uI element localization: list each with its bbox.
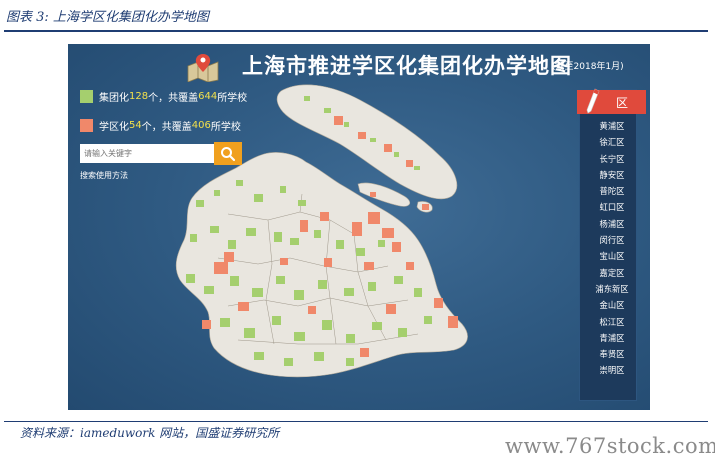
district-item[interactable]: 松江区 bbox=[579, 314, 645, 330]
district-item[interactable]: 长宁区 bbox=[579, 151, 645, 167]
legend-group: 集团化 128 个，共覆盖 644 所学校 bbox=[80, 89, 247, 104]
legend-district-label: 学区化 bbox=[99, 122, 129, 133]
district-item[interactable]: 普陀区 bbox=[579, 183, 645, 199]
map-date-note: (截至2018年1月) bbox=[552, 62, 624, 72]
district-item[interactable]: 闵行区 bbox=[579, 232, 645, 248]
district-item[interactable]: 静安区 bbox=[579, 167, 645, 183]
district-item[interactable]: 徐汇区 bbox=[579, 134, 645, 150]
legend-group-swatch bbox=[80, 90, 93, 103]
district-item[interactable]: 崇明区 bbox=[579, 362, 645, 378]
map-title: 上海市推进学区化集团化办学地图 bbox=[242, 54, 572, 78]
bottom-rule bbox=[4, 421, 708, 422]
source-note: 资料来源：iameduwork 网站，国盛证券研究所 bbox=[20, 426, 280, 440]
district-item[interactable]: 浦东新区 bbox=[579, 281, 645, 297]
legend-district: 学区化 54 个，共覆盖 406 所学校 bbox=[80, 118, 241, 133]
search-input[interactable] bbox=[80, 144, 214, 163]
legend-district-schools: 406 bbox=[191, 120, 211, 131]
district-item[interactable]: 奉贤区 bbox=[579, 346, 645, 362]
figure-caption: 图表 3: 上海学区化集团化办学地图 bbox=[6, 10, 209, 25]
district-item[interactable]: 宝山区 bbox=[579, 248, 645, 264]
district-item[interactable]: 嘉定区 bbox=[579, 265, 645, 281]
search-help-link[interactable]: 搜索使用方法 bbox=[80, 170, 128, 181]
legend-group-schools: 644 bbox=[198, 91, 218, 102]
legend-district-mid: 个，共覆盖 bbox=[141, 122, 192, 133]
map-panel[interactable]: 上海市推进学区化集团化办学地图 (截至2018年1月) 集团化 128 个，共覆… bbox=[68, 44, 650, 410]
district-item[interactable]: 金山区 bbox=[579, 297, 645, 313]
district-item[interactable]: 黄浦区 bbox=[579, 118, 645, 134]
watermark: www.767stock.com bbox=[505, 434, 715, 458]
legend-district-swatch bbox=[80, 119, 93, 132]
top-rule bbox=[4, 30, 708, 32]
map-pin-icon bbox=[187, 54, 219, 82]
legend-group-label: 集团化 bbox=[99, 93, 129, 104]
legend-group-post: 所学校 bbox=[217, 93, 248, 104]
legend-group-count: 128 bbox=[129, 91, 149, 102]
legend-district-count: 54 bbox=[129, 120, 142, 131]
search-button[interactable] bbox=[214, 142, 242, 165]
district-item[interactable]: 青浦区 bbox=[579, 330, 645, 346]
search-icon bbox=[221, 146, 236, 161]
district-item[interactable]: 杨浦区 bbox=[579, 216, 645, 232]
district-item[interactable]: 虹口区 bbox=[579, 199, 645, 215]
legend-group-mid: 个，共覆盖 bbox=[148, 93, 199, 104]
legend-district-post: 所学校 bbox=[210, 122, 241, 133]
pencil-icon bbox=[586, 88, 600, 114]
district-list: 黄浦区 徐汇区 长宁区 静安区 普陀区 虹口区 杨浦区 闵行区 宝山区 嘉定区 浦东新区 金山区 松江区… bbox=[579, 118, 645, 379]
